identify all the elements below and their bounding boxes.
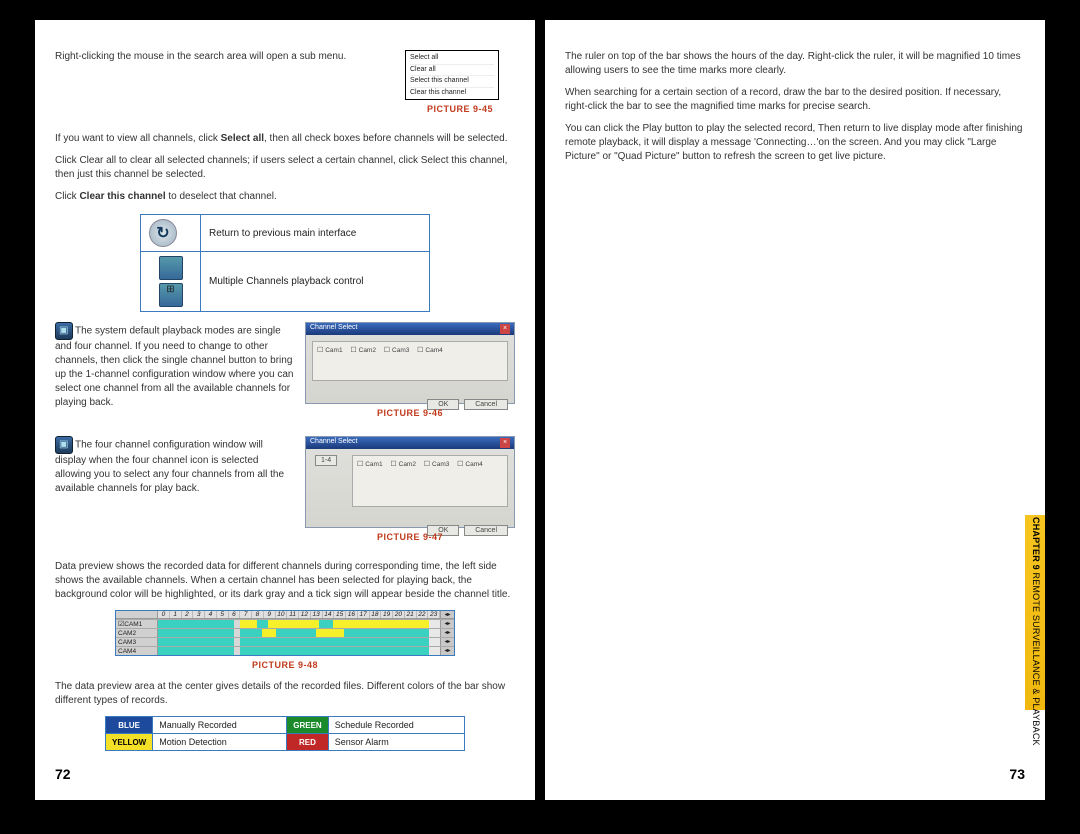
context-menu-image: Select all Clear all Select this channel… <box>405 50 499 100</box>
chapter-side-tab: CHAPTER 9 REMOTE SURVEILLANCE & PLAYBACK <box>1025 515 1045 710</box>
quad-channel-icon: ⊞ <box>158 283 184 307</box>
legend-text: Sensor Alarm <box>328 734 464 751</box>
paragraph: You can click the Play button to play th… <box>565 122 1025 164</box>
page-left: Right-clicking the mouse in the search a… <box>35 20 535 800</box>
timeline-row: CAM4 ◂▸ <box>116 646 454 655</box>
timeline-row: CAM3 ◂▸ <box>116 637 454 646</box>
table-cell: Return to previous main interface <box>201 215 430 252</box>
paragraph: The data preview area at the center give… <box>55 680 515 708</box>
caption-9-48: PICTURE 9-48 <box>55 660 515 670</box>
paragraph: When searching for a certain section of … <box>565 86 1025 114</box>
color-legend-table: BLUE Manually Recorded GREEN Schedule Re… <box>105 716 465 751</box>
legend-text: Schedule Recorded <box>328 717 464 734</box>
menu-item: Select all <box>410 53 494 65</box>
paragraph: Click Clear this channel to deselect tha… <box>55 190 515 204</box>
paragraph: Data preview shows the recorded data for… <box>55 560 515 602</box>
paragraph: The four channel configuration window wi… <box>55 436 295 496</box>
single-view-icon <box>55 322 73 340</box>
caption-9-45: PICTURE 9-45 <box>405 104 515 114</box>
screenshot-9-47: Channel Select× 1-4 Cam1 Cam2 Cam3 Cam4 <box>305 436 515 528</box>
paragraph: The system default playback modes are si… <box>55 322 295 410</box>
single-channel-icon <box>158 256 184 280</box>
legend-tag-blue: BLUE <box>106 717 153 734</box>
paragraph: If you want to view all channels, click … <box>55 132 515 146</box>
legend-tag-yellow: YELLOW <box>106 734 153 751</box>
timeline-row: CAM2 ◂▸ <box>116 628 454 637</box>
paragraph: The ruler on top of the bar shows the ho… <box>565 50 1025 78</box>
cancel-button: Cancel <box>464 399 508 410</box>
refresh-icon: ↻ <box>149 219 177 247</box>
page-right: The ruler on top of the bar shows the ho… <box>545 20 1045 800</box>
table-cell: Multiple Channels playback control <box>201 252 430 312</box>
menu-item: Clear this channel <box>410 88 494 99</box>
page-number: 72 <box>55 766 71 782</box>
intro-text: Right-clicking the mouse in the search a… <box>55 50 395 116</box>
screenshot-9-46: Channel Select× Cam1 Cam2 Cam3 Cam4 OK C… <box>305 322 515 404</box>
quad-view-icon <box>55 436 73 454</box>
menu-item: Clear all <box>410 65 494 77</box>
cancel-button: Cancel <box>464 525 508 536</box>
page-number: 73 <box>1009 766 1025 782</box>
icon-description-table: ↻ Return to previous main interface ⊞ Mu… <box>140 214 430 312</box>
timeline-row: ☑CAM1 ◂▸ <box>116 619 454 628</box>
paragraph: Click Clear all to clear all selected ch… <box>55 154 515 182</box>
timeline-ruler: 01234567891011121314151617181920212223 <box>158 611 440 618</box>
timeline-preview: 01234567891011121314151617181920212223 ◂… <box>115 610 455 656</box>
legend-text: Motion Detection <box>153 734 287 751</box>
legend-text: Manually Recorded <box>153 717 287 734</box>
menu-item: Select this channel <box>410 76 494 88</box>
legend-tag-green: GREEN <box>287 717 328 734</box>
legend-tag-red: RED <box>287 734 328 751</box>
